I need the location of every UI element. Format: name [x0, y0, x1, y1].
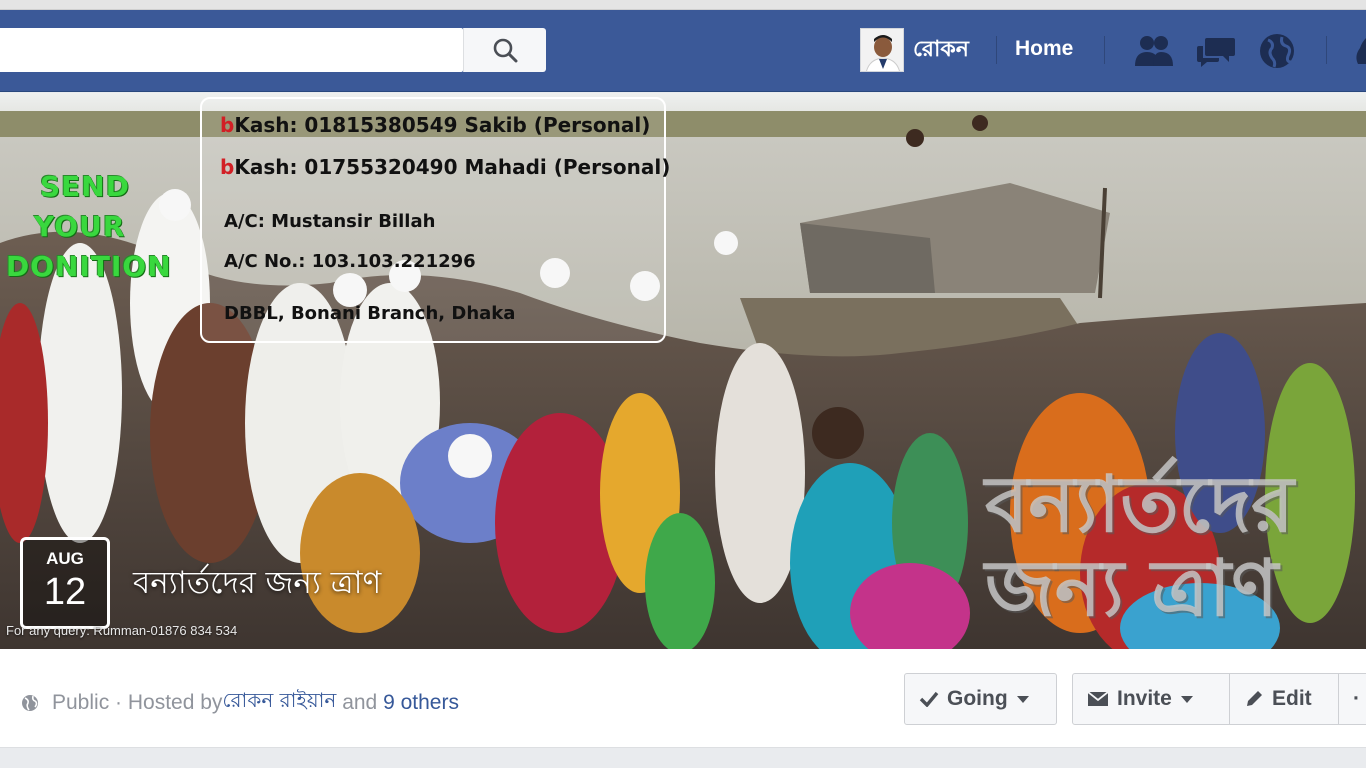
header-divider	[1104, 36, 1105, 64]
invite-label: Invite	[1117, 687, 1172, 710]
host-link[interactable]: রোকন রাইয়ান	[222, 686, 336, 719]
more-label: ·	[1353, 687, 1360, 710]
chevron-down-icon	[1016, 695, 1029, 703]
privacy-label: Public · Hosted by	[52, 690, 223, 714]
avatar	[860, 28, 904, 72]
more-options-button[interactable]: ·	[1338, 673, 1366, 725]
pencil-icon	[1247, 691, 1262, 706]
chevron-down-icon	[1180, 695, 1193, 703]
others-link[interactable]: 9 others	[383, 691, 459, 715]
donation-info-box: bKash: 01815380549 Sakib (Personal) bKas…	[200, 97, 670, 343]
event-day: 12	[43, 571, 87, 613]
event-month: AUG	[46, 549, 84, 568]
event-privacy: Public · Hosted by রোকন রাইয়ান and 9 ot…	[20, 686, 459, 719]
account-number: A/C No.: 103.103.221296	[224, 251, 476, 272]
browser-chrome-strip	[0, 0, 1366, 10]
account-name: A/C: Mustansir Billah	[224, 211, 436, 232]
top-navigation-bar: রোকন Home	[0, 10, 1366, 92]
globe-icon	[22, 694, 38, 711]
header-divider	[1326, 36, 1327, 64]
search-button[interactable]	[463, 28, 546, 72]
profile-name: রোকন	[913, 36, 969, 62]
cover-watermark-text: বন্যার্তদের জন্য ত্রাণ	[985, 459, 1294, 634]
and-text: and	[336, 690, 384, 714]
send-donation-text: SEND YOUR DONITION	[6, 170, 172, 283]
profile-link[interactable]: রোকন	[860, 27, 969, 73]
going-button[interactable]: Going	[904, 673, 1057, 725]
event-date-badge: AUG 12	[20, 537, 110, 629]
query-contact-text: For any query: Rumman-01876 834 534	[6, 623, 238, 638]
bkash-line-1: bKash: 01815380549 Sakib (Personal)	[220, 113, 651, 137]
event-info-bar: Public · Hosted by রোকন রাইয়ান and 9 ot…	[0, 649, 1366, 748]
bank-branch: DBBL, Bonani Branch, Dhaka	[224, 303, 516, 324]
search-icon	[493, 38, 518, 63]
messages-icon[interactable]	[1195, 33, 1237, 69]
quick-help-icon[interactable]	[1348, 33, 1366, 69]
envelope-icon	[1087, 691, 1109, 706]
friend-requests-icon[interactable]	[1133, 33, 1175, 69]
header-divider	[996, 36, 997, 64]
home-link[interactable]: Home	[1015, 37, 1073, 61]
edit-label: Edit	[1272, 687, 1312, 710]
edit-button[interactable]: Edit	[1229, 673, 1339, 725]
checkmark-icon	[919, 691, 939, 707]
search-input[interactable]	[0, 28, 463, 72]
event-title: বন্যার্তদের জন্য ত্রাণ	[133, 565, 382, 601]
going-label: Going	[947, 687, 1008, 710]
invite-button[interactable]: Invite	[1072, 673, 1230, 725]
notifications-globe-icon[interactable]	[1256, 33, 1298, 69]
cover-photo[interactable]: bKash: 01815380549 Sakib (Personal) bKas…	[0, 93, 1366, 649]
bkash-line-2: bKash: 01755320490 Mahadi (Personal)	[220, 155, 671, 179]
